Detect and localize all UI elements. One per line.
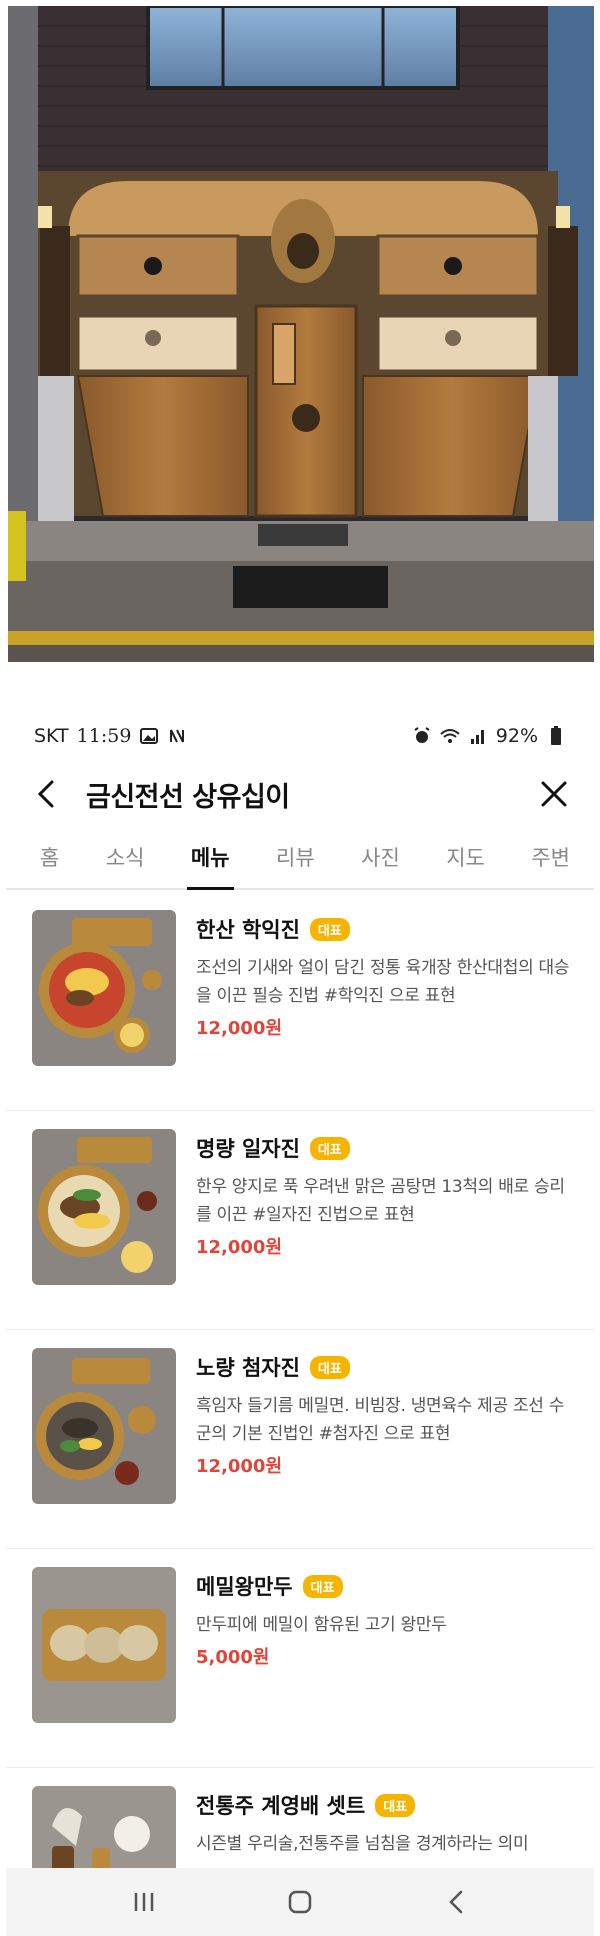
menu-name-row: 한산 학익진 대표 (196, 912, 574, 946)
menu-info: 전통주 계영배 셋트 대표 시즌별 우리술,전통주를 넘침을 경계하라는 의미 (196, 1788, 574, 1858)
menu-description: 흑임자 들기름 메밀면. 비빔장. 냉면육수 제공 조선 수군의 기본 진법인 … (196, 1396, 565, 1444)
carrier-label: SKT (34, 725, 69, 747)
system-nav-bar (6, 1868, 594, 1936)
tab-reviews[interactable]: 리뷰 (276, 830, 315, 888)
battery-percent: 92% (495, 725, 538, 747)
menu-name: 전통주 계영배 셋트 (196, 1794, 366, 1818)
close-icon (541, 781, 567, 807)
home-icon (288, 1890, 312, 1914)
status-bar: SKT 11:59 92% (0, 712, 600, 760)
app-header: 금신전선 상유십이 (0, 760, 600, 828)
menu-name: 한산 학익진 (196, 918, 300, 942)
data-saver-icon (167, 726, 187, 746)
menu-price: 12,000원 (196, 1018, 283, 1039)
tab-home[interactable]: 홈 (40, 830, 59, 888)
menu-price: 12,000원 (196, 1237, 283, 1258)
menu-description: 시즌별 우리술,전통주를 넘침을 경계하라는 의미 (196, 1834, 529, 1854)
menu-thumbnail (32, 1348, 176, 1504)
status-right: 92% (412, 725, 566, 747)
home-button[interactable] (276, 1878, 324, 1926)
page-title: 금신전선 상유십이 (86, 781, 290, 813)
signature-badge: 대표 (309, 1136, 350, 1160)
close-button[interactable] (536, 776, 572, 812)
menu-info: 노량 첨자진 대표 흑임자 들기름 메밀면. 비빔장. 냉면육수 제공 조선 수… (196, 1350, 574, 1478)
menu-name-row: 명량 일자진 대표 (196, 1131, 574, 1165)
menu-info: 한산 학익진 대표 조선의 기새와 얼이 담긴 정통 육개장 한산대첩의 대승을… (196, 912, 574, 1040)
wifi-icon (440, 726, 460, 746)
menu-list: 한산 학익진 대표 조선의 기새와 얼이 담긴 정통 육개장 한산대첩의 대승을… (6, 892, 594, 1936)
menu-info: 메밀왕만두 대표 만두피에 메밀이 함유된 고기 왕만두 5,000원 (196, 1569, 574, 1669)
menu-item[interactable]: 한산 학익진 대표 조선의 기새와 얼이 담긴 정통 육개장 한산대첩의 대승을… (6, 892, 594, 1111)
menu-price: 12,000원 (196, 1456, 283, 1477)
signature-badge: 대표 (302, 1574, 343, 1598)
menu-name: 메밀왕만두 (196, 1575, 293, 1599)
clock-time: 11:59 (76, 725, 132, 747)
menu-description: 조선의 기새와 얼이 담긴 정통 육개장 한산대첩의 대승을 이끈 필승 진법 … (196, 958, 570, 1006)
tab-nearby[interactable]: 주변 (531, 830, 570, 888)
tab-photos[interactable]: 사진 (361, 830, 400, 888)
menu-thumbnail (32, 1129, 176, 1285)
tab-map[interactable]: 지도 (446, 830, 485, 888)
tab-bar: 홈 소식 메뉴 리뷰 사진 지도 주변 (6, 830, 594, 890)
back-icon (449, 1890, 463, 1914)
alarm-icon (412, 726, 432, 746)
menu-description: 한우 양지로 푹 우려낸 맑은 곰탕면 13척의 배로 승리를 이끈 #일자진 … (196, 1177, 565, 1225)
menu-item[interactable]: 메밀왕만두 대표 만두피에 메밀이 함유된 고기 왕만두 5,000원 (6, 1549, 594, 1768)
menu-price: 5,000원 (196, 1647, 270, 1668)
gallery-icon (139, 726, 159, 746)
menu-name-row: 메밀왕만두 대표 (196, 1569, 574, 1603)
chevron-left-icon (37, 780, 54, 808)
menu-thumbnail (32, 1567, 176, 1723)
menu-name: 노량 첨자진 (196, 1356, 300, 1380)
menu-description: 만두피에 메밀이 함유된 고기 왕만두 (196, 1615, 447, 1635)
status-left: SKT 11:59 (34, 725, 187, 747)
menu-name-row: 노량 첨자진 대표 (196, 1350, 574, 1384)
battery-icon (546, 726, 566, 746)
menu-name: 명량 일자진 (196, 1137, 300, 1161)
menu-item[interactable]: 노량 첨자진 대표 흑임자 들기름 메밀면. 비빔장. 냉면육수 제공 조선 수… (6, 1330, 594, 1549)
menu-name-row: 전통주 계영배 셋트 대표 (196, 1788, 574, 1822)
menu-item[interactable]: 명량 일자진 대표 한우 양지로 푹 우려낸 맑은 곰탕면 13척의 배로 승리… (6, 1111, 594, 1330)
recent-apps-icon (134, 1893, 154, 1911)
signature-badge: 대표 (375, 1793, 416, 1817)
storefront-photo[interactable] (8, 6, 594, 662)
signature-badge: 대표 (309, 1355, 350, 1379)
tab-news[interactable]: 소식 (106, 830, 145, 888)
back-button[interactable] (28, 776, 64, 812)
recent-apps-button[interactable] (120, 1878, 168, 1926)
menu-thumbnail (32, 910, 176, 1066)
signal-icon (468, 726, 488, 746)
signature-badge: 대표 (309, 917, 350, 941)
nav-back-button[interactable] (432, 1878, 480, 1926)
tab-menu[interactable]: 메뉴 (186, 830, 234, 890)
menu-info: 명량 일자진 대표 한우 양지로 푹 우려낸 맑은 곰탕면 13척의 배로 승리… (196, 1131, 574, 1259)
